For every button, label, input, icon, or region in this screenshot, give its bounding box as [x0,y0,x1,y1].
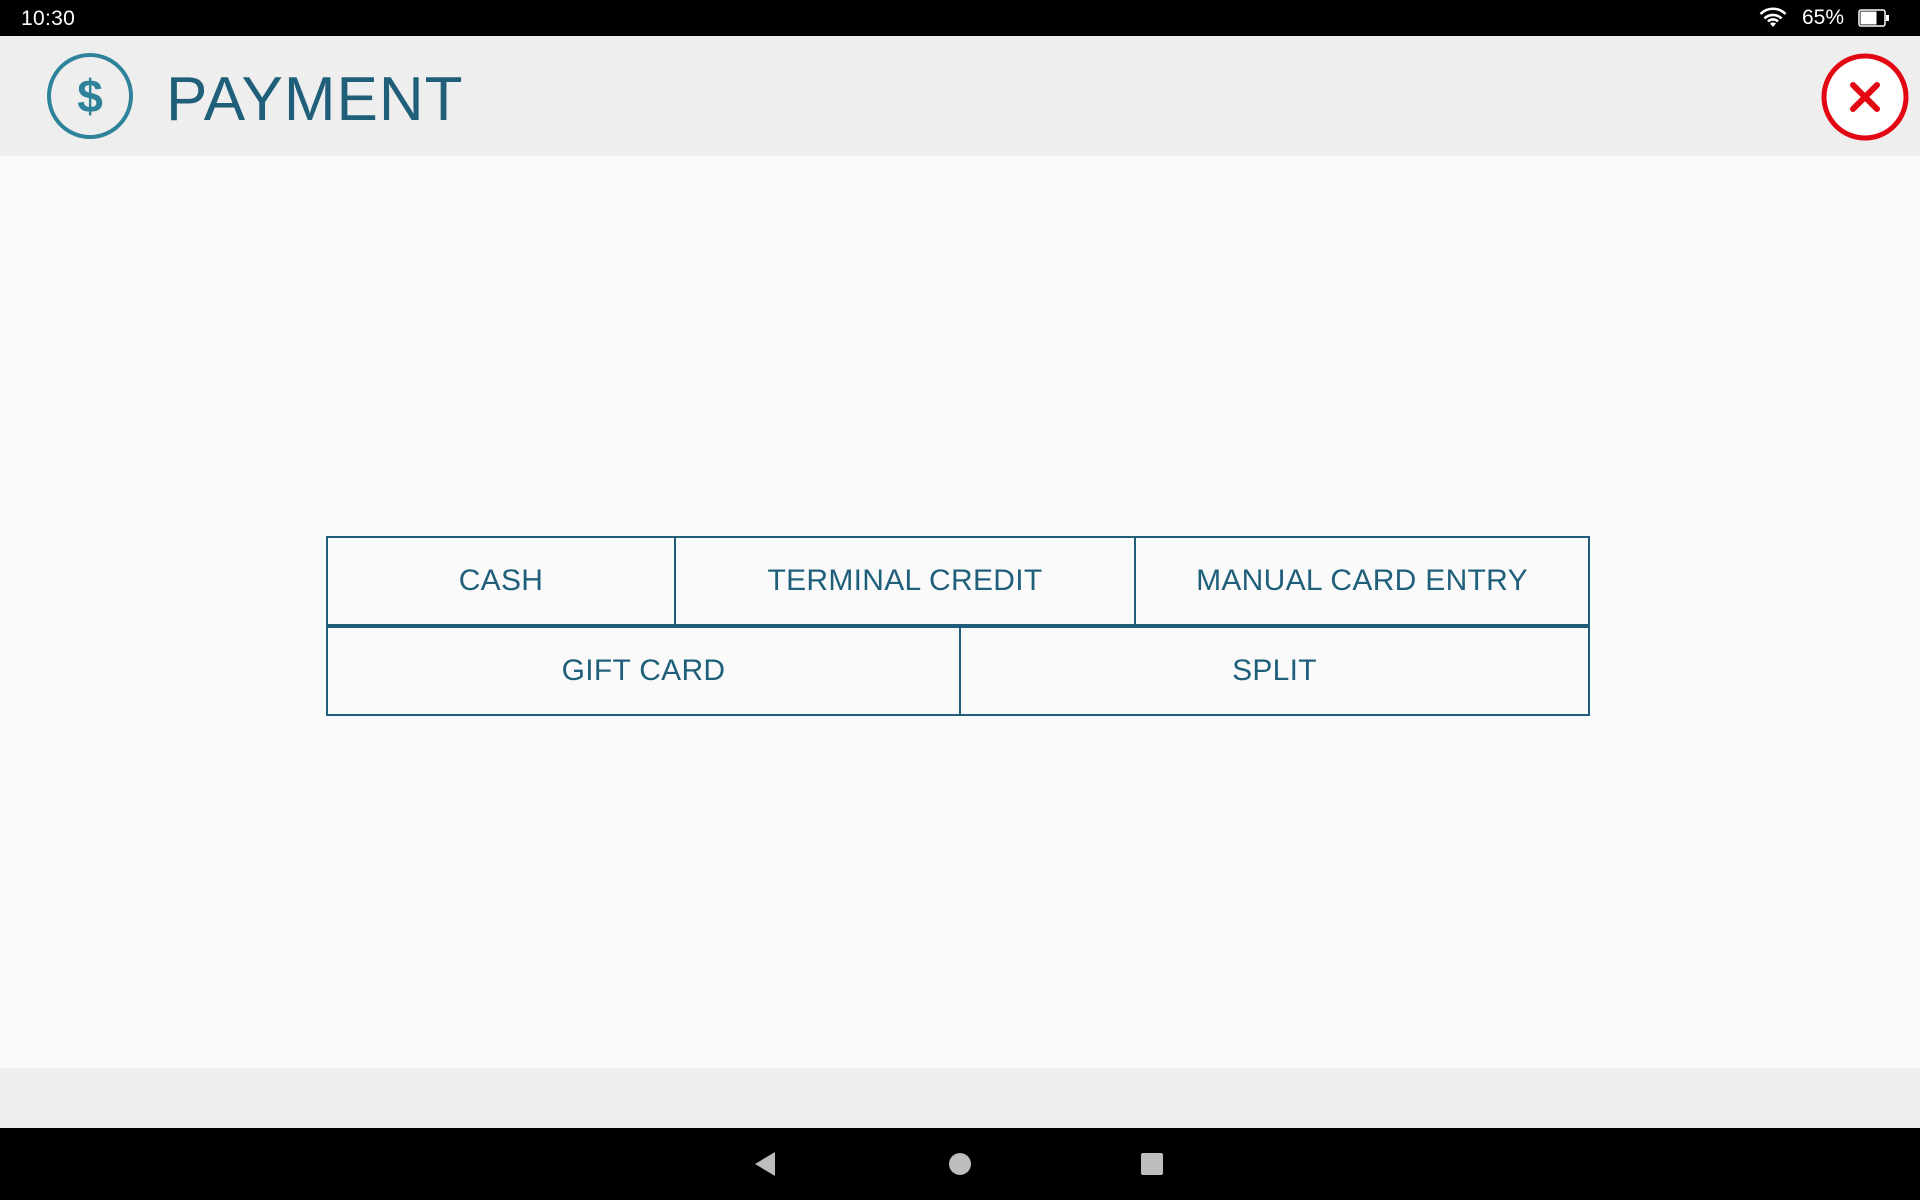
header: $ PAYMENT [0,36,1920,156]
close-button[interactable] [1820,52,1910,142]
footer-strip [0,1068,1920,1128]
recents-icon[interactable] [1136,1148,1168,1180]
status-icons: 65% [1758,6,1890,30]
status-bar: 10:30 65% [0,0,1920,36]
status-time: 10:30 [21,7,76,30]
payment-options-row: CASH TERMINAL CREDIT MANUAL CARD ENTRY [326,536,1590,626]
content-area: CASH TERMINAL CREDIT MANUAL CARD ENTRY G… [0,156,1920,1068]
back-icon[interactable] [751,1148,783,1180]
battery-icon [1858,9,1889,27]
home-icon[interactable] [944,1148,976,1180]
payment-options-row: GIFT CARD SPLIT [326,626,1590,716]
manual-card-entry-button[interactable]: MANUAL CARD ENTRY [1134,536,1590,626]
terminal-credit-button[interactable]: TERMINAL CREDIT [674,536,1136,626]
gift-card-button[interactable]: GIFT CARD [326,626,961,716]
split-button[interactable]: SPLIT [959,626,1590,716]
wifi-icon [1759,7,1787,27]
cash-button[interactable]: CASH [326,536,676,626]
page-title: PAYMENT [166,65,464,134]
svg-text:$: $ [77,70,103,122]
battery-percent: 65% [1801,6,1844,29]
dollar-circle-icon: $ [47,53,133,139]
navigation-bar [0,1128,1920,1200]
